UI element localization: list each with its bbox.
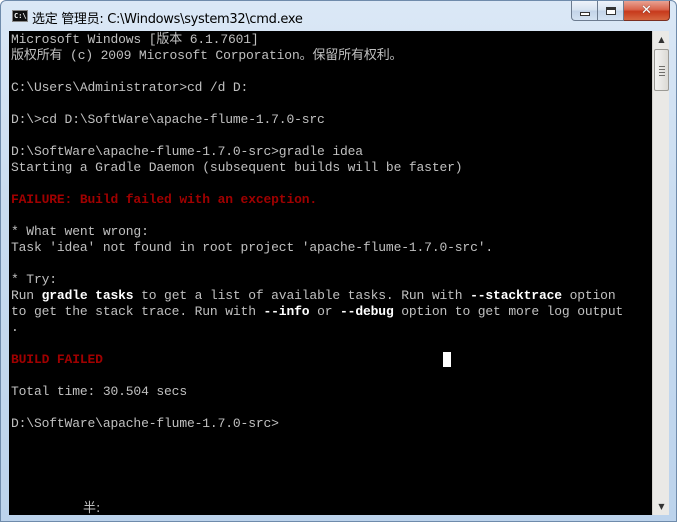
console-lines: Microsoft Windows [版本 6.1.7601] 版权所有 (c) … [11,32,623,432]
console-text: option [561,288,616,303]
console-text: D:\SoftWare\apache-flume-1.7.0-src>gradl… [11,144,363,159]
console-line: . [11,320,623,336]
close-icon: ✕ [641,3,652,18]
console-text: or [309,304,341,319]
console-text: 版权所有 (c) 2009 Microsoft Corporation。保留所有… [11,48,403,63]
console-text-red: FAILURE: Build failed with an exception. [11,192,318,207]
cmd-icon[interactable]: C:\ [12,10,28,22]
grip-line [659,75,665,76]
grip-line [659,66,665,67]
console-line: FAILURE: Build failed with an exception. [11,192,623,208]
window-title: 选定 管理员: C:\Windows\system32\cmd.exe [32,12,303,27]
console-text-red: BUILD FAILED [11,352,103,367]
console-line: Run gradle tasks to get a list of availa… [11,288,623,304]
console-text: to get a list of available tasks. Run wi… [133,288,471,303]
arrow-down-icon: ▼ [658,502,665,511]
console-line: Task 'idea' not found in root project 'a… [11,240,623,256]
console-text: D:\>cd D:\SoftWare\apache-flume-1.7.0-sr… [11,112,325,127]
console-line: * Try: [11,272,623,288]
scroll-down-button[interactable]: ▼ [653,498,670,515]
console-line: to get the stack trace. Run with --info … [11,304,623,320]
console-text: option to get more log output [393,304,624,319]
vertical-scrollbar[interactable]: ▲ ▼ [652,31,669,515]
console-line: BUILD FAILED [11,352,623,368]
maximize-icon [605,6,616,15]
console-line: 版权所有 (c) 2009 Microsoft Corporation。保留所有… [11,48,623,64]
console-line: * What went wrong: [11,224,623,240]
minimize-button[interactable] [571,1,598,21]
arrow-up-icon: ▲ [658,35,665,44]
console-text: * Try: [11,272,57,287]
scroll-thumb[interactable] [654,49,669,91]
console-text: Task 'idea' not found in root project 'a… [11,240,494,255]
console-text: Starting a Gradle Daemon (subsequent bui… [11,160,463,175]
ime-status: 半: [83,501,101,515]
console-line: D:\SoftWare\apache-flume-1.7.0-src>gradl… [11,144,623,160]
grip-line [659,69,665,70]
console-line: Starting a Gradle Daemon (subsequent bui… [11,160,623,176]
selection-cursor [443,352,451,367]
maximize-button[interactable] [598,1,624,21]
console-text: . [11,320,19,335]
console-output[interactable]: Microsoft Windows [版本 6.1.7601] 版权所有 (c) … [9,31,652,515]
grip-line [659,72,665,73]
console-line: D:\>cd D:\SoftWare\apache-flume-1.7.0-sr… [11,112,623,128]
console-line: Microsoft Windows [版本 6.1.7601] [11,32,623,48]
minimize-icon [579,11,590,16]
console-text: C:\Users\Administrator>cd /d D: [11,80,249,95]
console-line: Total time: 30.504 secs [11,384,623,400]
console-text: Microsoft Windows [版本 6.1.7601] [11,32,259,47]
cmd-window: C:\ 选定 管理员: C:\Windows\system32\cmd.exe … [0,0,677,522]
console-text-bold: gradle tasks [41,288,134,303]
console-text-bold: --stacktrace [470,288,562,303]
console-text: Run [11,288,42,303]
title-bar[interactable]: C:\ 选定 管理员: C:\Windows\system32\cmd.exe … [1,1,676,31]
console-text: D:\SoftWare\apache-flume-1.7.0-src> [11,416,279,431]
console-line: D:\SoftWare\apache-flume-1.7.0-src> [11,416,623,432]
console-text: to get the stack trace. Run with [11,304,264,319]
close-button[interactable]: ✕ [624,1,670,21]
console-text: Total time: 30.504 secs [11,384,187,399]
console-text-bold: --info [263,304,310,319]
console-line: C:\Users\Administrator>cd /d D: [11,80,623,96]
console-text: * What went wrong: [11,224,149,239]
console-text-bold: --debug [340,304,394,319]
scroll-up-button[interactable]: ▲ [653,31,670,48]
caption-buttons: ✕ [571,1,670,21]
